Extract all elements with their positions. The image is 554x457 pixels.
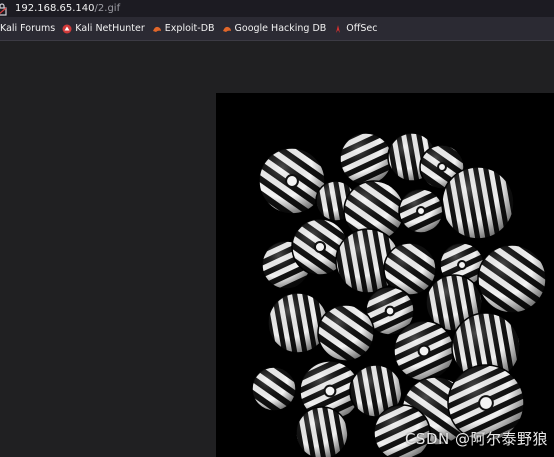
bookmark-exploit-db[interactable]: Exploit-DB [152,23,215,34]
striped-spheres-gif [251,132,547,457]
offsec-icon [336,24,341,33]
url-bar[interactable]: 192.168.65.140/2.gif [0,0,554,17]
sphere-bullseye [285,174,299,188]
sphere-bullseye [457,260,467,270]
bookmark-label: Kali NetHunter [75,23,145,34]
sphere-shading [442,167,514,239]
url-host: 192.168.65.140 [15,3,95,14]
bookmark-kali-nethunter[interactable]: Kali NetHunter [62,23,145,34]
sphere-bullseye [416,206,426,216]
sphere-bullseye [323,384,337,398]
sphere-shading [318,305,374,361]
sphere-shading [296,407,348,457]
sphere-shading [252,367,296,411]
bookmark-google-hacking-db[interactable]: Google Hacking DB [222,23,327,34]
sphere-bullseye [437,162,447,172]
url-text[interactable]: 192.168.65.140/2.gif [15,3,120,14]
bookmark-label: Kali Forums [0,23,56,34]
bookmark-offsec[interactable]: OffSec [333,23,377,34]
lock-icon [0,2,7,16]
exploit-db-icon [152,26,161,32]
bookmark-label: Exploit-DB [164,23,215,34]
sphere-shading [268,293,328,353]
bookmarks-toolbar: Kali Forums Kali NetHunter Exploit-DB Go… [0,17,554,41]
nethunter-icon [62,24,72,33]
sphere-bullseye [417,344,431,358]
sphere-bullseye [478,395,494,411]
csdn-watermark: CSDN @阿尔泰野狼 [404,430,548,448]
bookmark-label: Google Hacking DB [234,23,327,34]
sphere-bullseye [384,305,396,317]
sphere-bullseye [313,240,327,254]
url-path: /2.gif [94,3,121,14]
striped-spheres-image: CSDN @阿尔泰野狼 [216,93,554,457]
bookmark-kali-forums[interactable]: Kali Forums [0,23,55,34]
sphere-shading [478,245,546,313]
page-content: CSDN @阿尔泰野狼 [0,41,554,457]
bookmark-label: OffSec [346,23,378,34]
sphere-shading [340,133,392,185]
ghdb-icon [222,26,231,32]
